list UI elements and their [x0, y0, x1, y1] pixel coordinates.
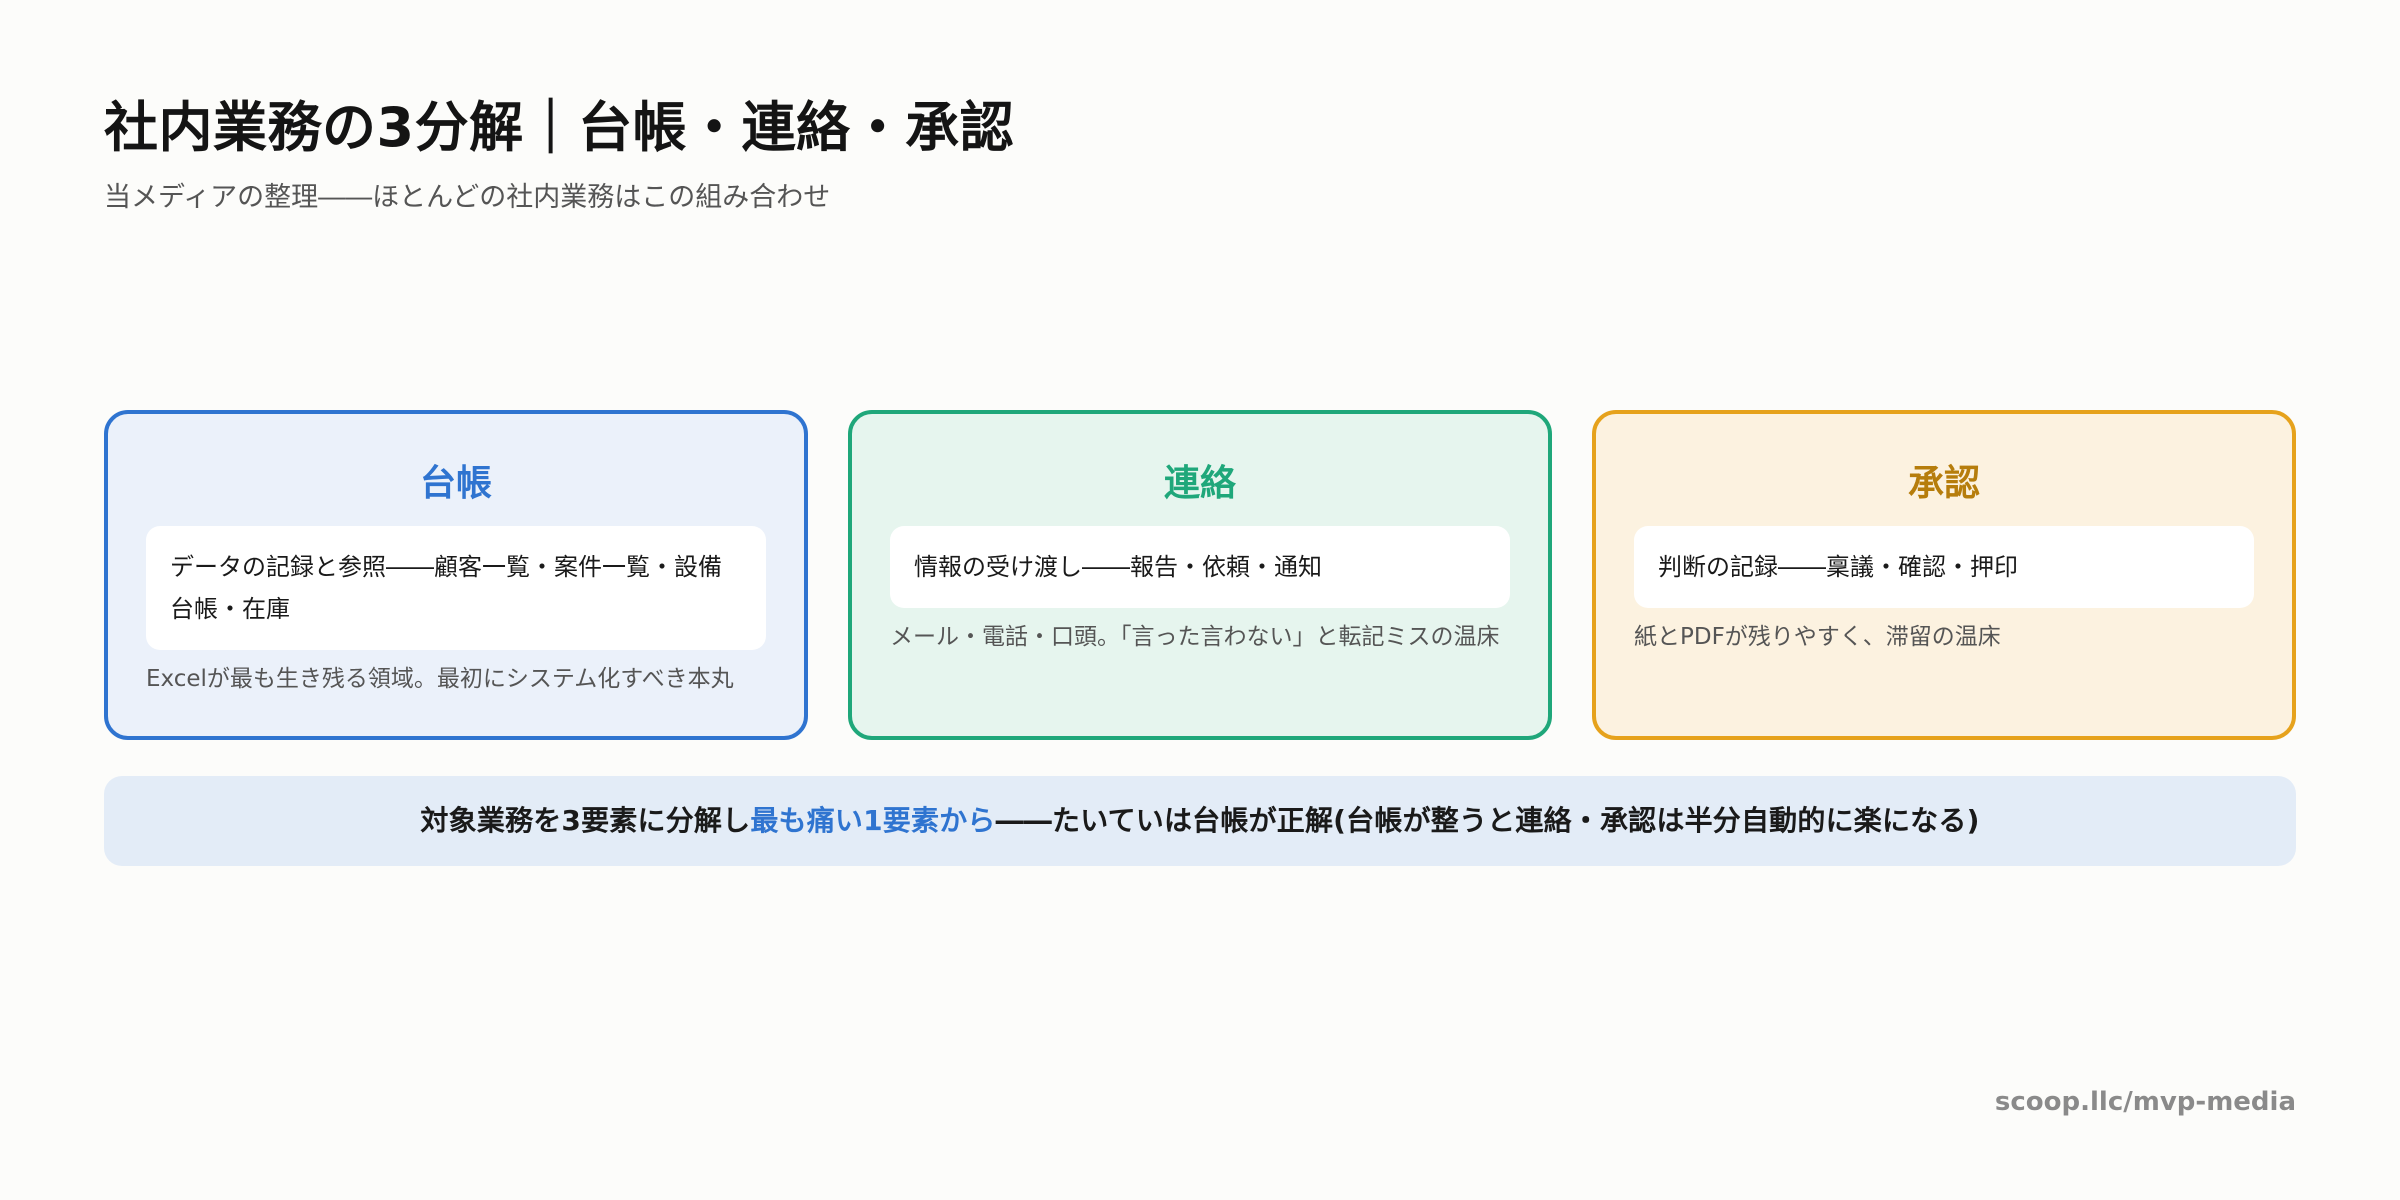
category-cards: 台帳 データの記録と参照――顧客一覧・案件一覧・設備台帳・在庫 Excelが最も… — [104, 410, 2296, 740]
card-note: 紙とPDFが残りやすく、滞留の温床 — [1634, 624, 2001, 650]
banner-highlight: 最も痛い1要素から — [750, 804, 996, 837]
card-detail-box: データの記録と参照――顧客一覧・案件一覧・設備台帳・在庫 — [146, 526, 766, 650]
card-note: メール・電話・口頭。「言った言わない」と転記ミスの温床 — [890, 624, 1500, 650]
card-communication: 連絡 情報の受け渡し――報告・依頼・通知 メール・電話・口頭。「言った言わない」… — [848, 410, 1552, 740]
card-note: Excelが最も生き残る領域。最初にシステム化すべき本丸 — [146, 666, 734, 692]
card-detail-box: 判断の記録――稟議・確認・押印 — [1634, 526, 2254, 608]
page-subtitle: 当メディアの整理――ほとんどの社内業務はこの組み合わせ — [104, 182, 831, 213]
card-title: 承認 — [1907, 463, 1980, 504]
card-approval: 承認 判断の記録――稟議・確認・押印 紙とPDFが残りやすく、滞留の温床 — [1592, 410, 2296, 740]
footer-url: scoop.llc/mvp-media — [1994, 1087, 2296, 1117]
banner-text-after: ――たいていは台帳が正解(台帳が整うと連絡・承認は半分自動的に楽になる) — [995, 804, 1980, 837]
page-title: 社内業務の3分解｜台帳・連絡・承認 — [104, 96, 1015, 159]
card-title: 台帳 — [419, 463, 492, 504]
card-ledger: 台帳 データの記録と参照――顧客一覧・案件一覧・設備台帳・在庫 Excelが最も… — [104, 410, 808, 740]
summary-banner: 対象業務を3要素に分解し最も痛い1要素から――たいていは台帳が正解(台帳が整うと… — [104, 776, 2296, 866]
banner-text-before: 対象業務を3要素に分解し — [420, 804, 751, 837]
card-detail-box: 情報の受け渡し――報告・依頼・通知 — [890, 526, 1510, 608]
card-title: 連絡 — [1163, 463, 1236, 504]
